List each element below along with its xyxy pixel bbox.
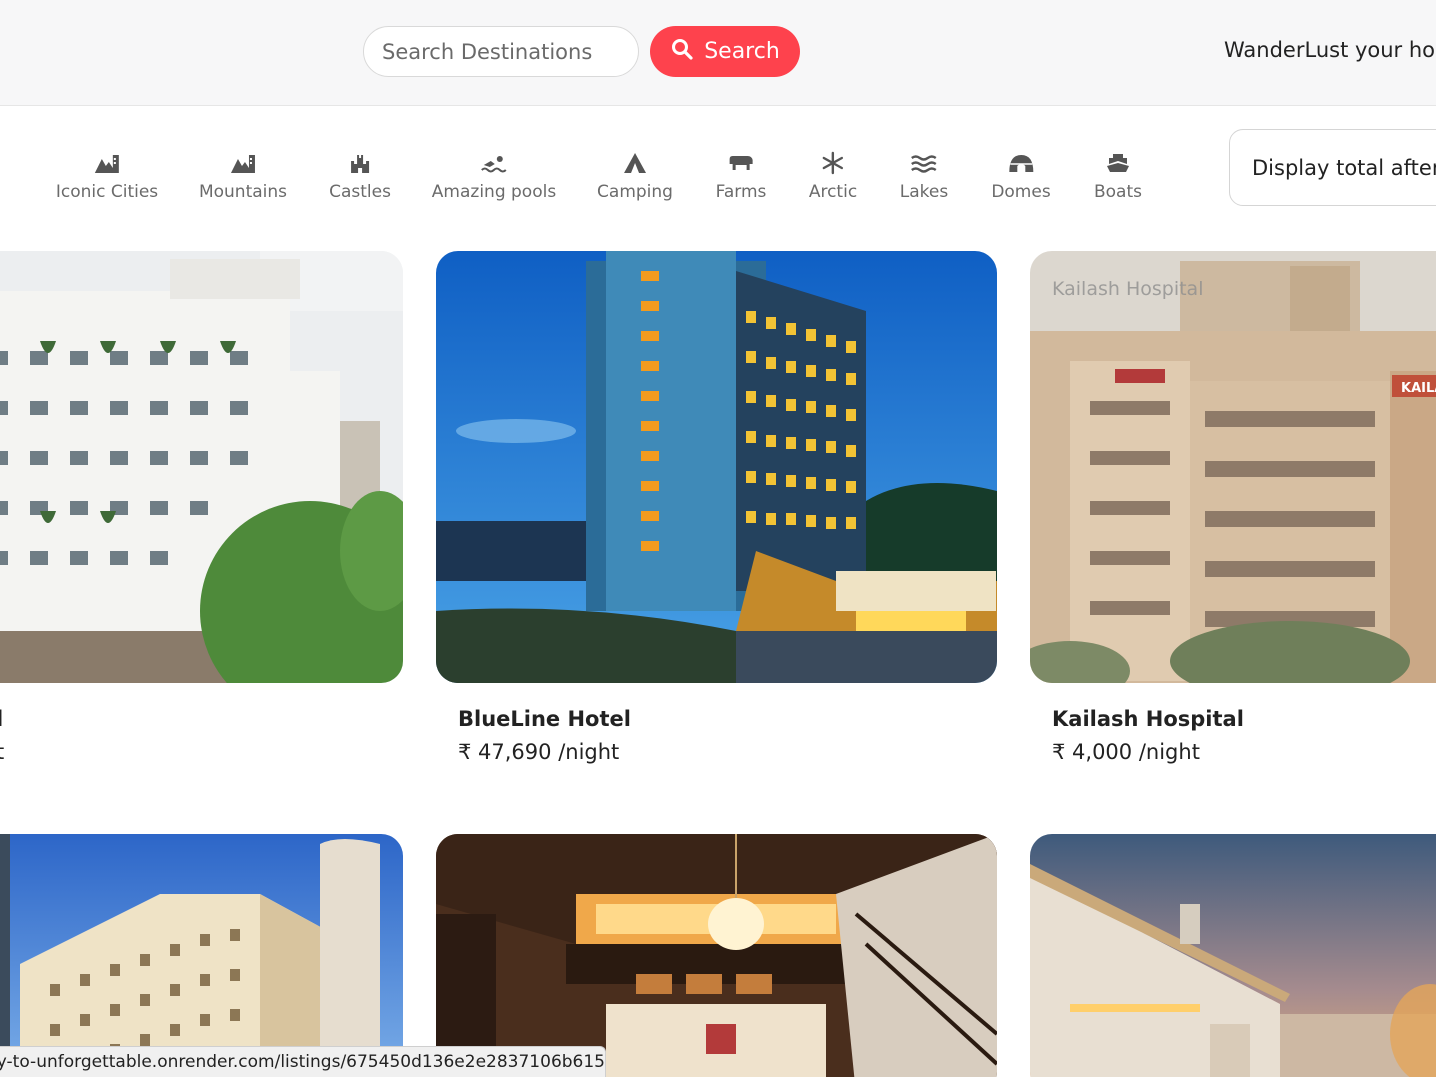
brand-link[interactable]: WanderLust your hom xyxy=(1224,38,1436,62)
filter-iconic-cities[interactable]: Iconic Cities xyxy=(56,150,158,202)
listing-image xyxy=(0,251,403,683)
image-sign-text: KAILA xyxy=(1401,381,1436,396)
campground-icon xyxy=(621,150,649,176)
filter-lakes[interactable]: Lakes xyxy=(900,150,948,202)
listing-price: ₹ 47,690 /night xyxy=(458,740,620,764)
filter-label: Iconic Cities xyxy=(55,182,159,202)
filter-boats[interactable]: Boats xyxy=(1094,150,1142,202)
filter-label: Mountains xyxy=(198,182,288,202)
status-url-text: eway-to-unforgettable.onrender.com/listi… xyxy=(0,1052,605,1072)
igloo-icon xyxy=(1007,150,1035,176)
ship-icon xyxy=(1104,150,1132,176)
listing-image xyxy=(0,834,403,1077)
water-icon xyxy=(910,150,938,176)
filter-label: Castles xyxy=(329,182,391,202)
filter-label: Camping xyxy=(597,182,673,202)
filter-domes[interactable]: Domes xyxy=(991,150,1051,202)
status-bar-url: eway-to-unforgettable.onrender.com/listi… xyxy=(0,1046,606,1077)
filter-label: Boats xyxy=(1093,182,1143,202)
image-watermark: Kailash Hospital xyxy=(1052,278,1203,300)
tax-toggle-label: Display total after t xyxy=(1252,155,1436,180)
listing-price: ₹ 4,000 /night xyxy=(1052,740,1200,764)
filter-castles[interactable]: Castles xyxy=(329,150,391,202)
filter-label: Arctic xyxy=(808,182,858,202)
navbar: Search WanderLust your hom xyxy=(0,0,1436,106)
listing-image xyxy=(436,251,997,683)
filter-camping[interactable]: Camping xyxy=(597,150,673,202)
snowflake-icon xyxy=(819,150,847,176)
filter-amazing-pools[interactable]: Amazing pools xyxy=(432,150,556,202)
mountain-city-icon xyxy=(229,150,257,176)
listing-image xyxy=(436,834,997,1077)
listing-image xyxy=(1030,834,1436,1077)
search-button[interactable]: Search xyxy=(650,26,800,77)
cow-icon xyxy=(727,150,755,176)
person-swimming-icon xyxy=(480,150,508,176)
listing-image: KAILA Kailash Hospital xyxy=(1030,251,1436,683)
listing-title: l xyxy=(0,707,3,731)
listing-title: Kailash Hospital xyxy=(1052,707,1244,731)
filter-bar: ns Iconic Cities Mountains Castles Amazi… xyxy=(0,106,1436,226)
filter-label: Domes xyxy=(991,182,1051,202)
filter-farms[interactable]: Farms xyxy=(715,150,767,202)
search-button-label: Search xyxy=(704,39,780,64)
listing-title: BlueLine Hotel xyxy=(458,707,631,731)
filter-label: Farms xyxy=(715,182,767,202)
filter-arctic[interactable]: Arctic xyxy=(809,150,857,202)
filter-mountains[interactable]: Mountains xyxy=(199,150,287,202)
search-input[interactable] xyxy=(363,26,639,77)
listing-price: t xyxy=(0,740,5,764)
filter-label: Lakes xyxy=(899,182,949,202)
filter-label: Amazing pools xyxy=(431,182,557,202)
search-icon xyxy=(670,37,694,67)
castle-icon xyxy=(346,150,374,176)
mountain-city-icon xyxy=(93,150,121,176)
tax-toggle[interactable]: Display total after t xyxy=(1229,129,1436,206)
